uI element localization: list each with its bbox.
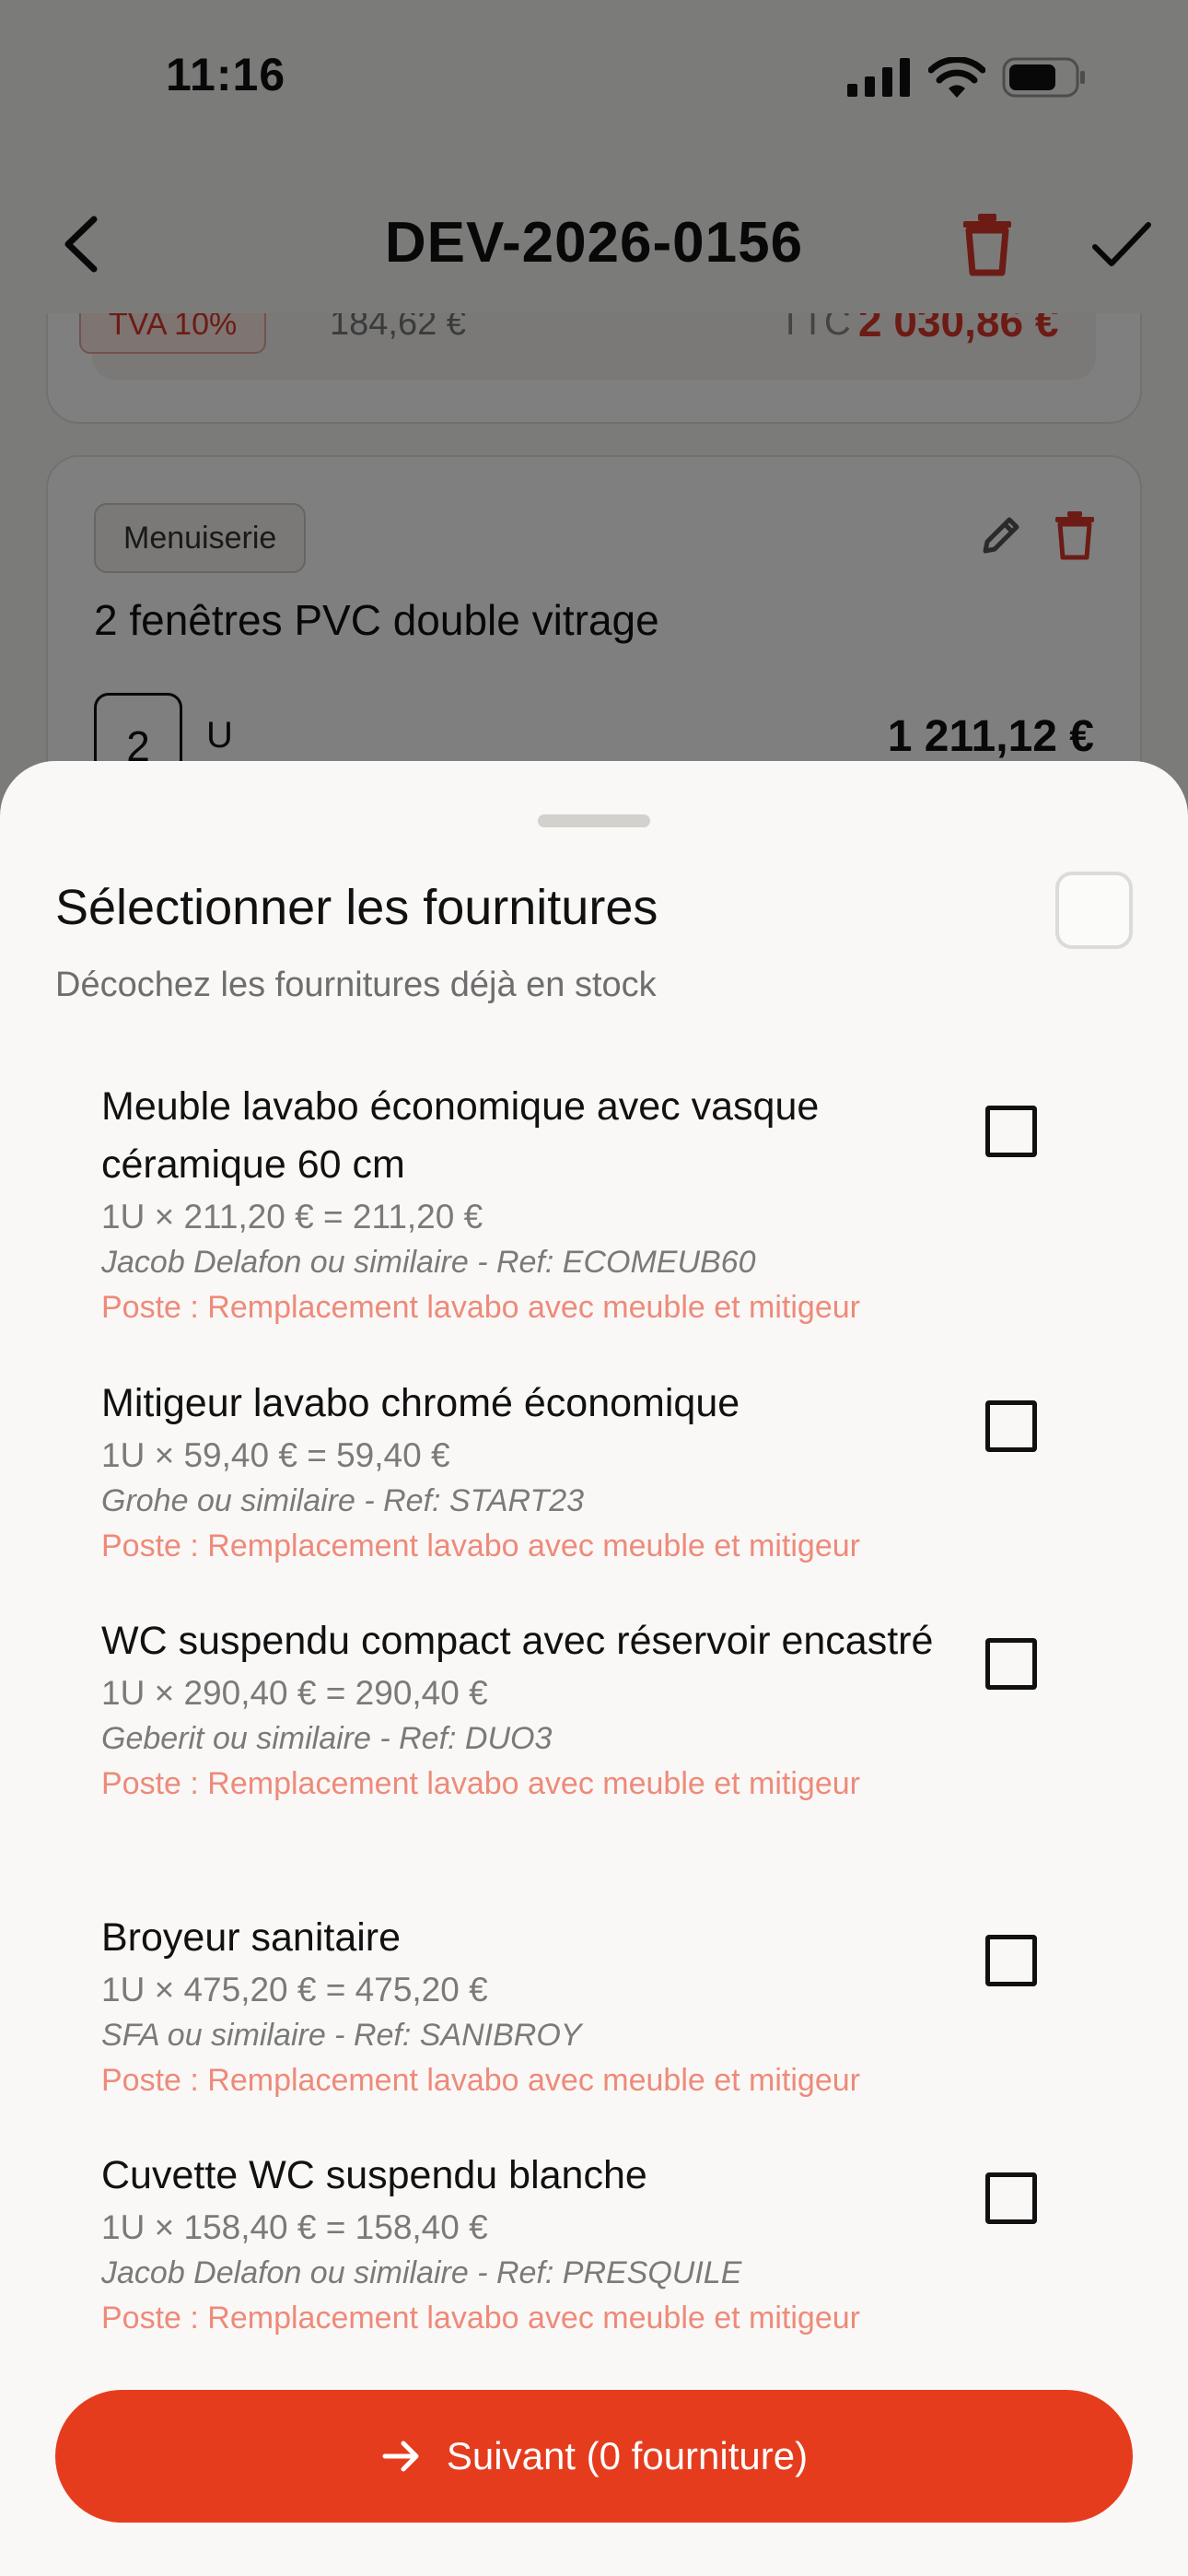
supply-checkbox[interactable] (985, 1638, 1037, 1690)
supply-checkbox[interactable] (985, 2172, 1037, 2224)
supply-checkbox[interactable] (985, 1106, 1037, 1157)
supply-checkbox[interactable] (985, 1400, 1037, 1452)
supply-poste: Poste : Remplacement lavabo avec meuble … (101, 2063, 860, 2098)
sheet-title: Sélectionner les fournitures (55, 880, 658, 935)
next-button-label: Suivant (0 fourniture) (446, 2434, 809, 2477)
supply-ref: Jacob Delafon ou similaire - Ref: ECOMEU… (101, 1245, 756, 1280)
supply-name: Meuble lavabo économique avec vasque cér… (101, 1084, 820, 1187)
supply-poste: Poste : Remplacement lavabo avec meuble … (101, 1528, 860, 1563)
supply-name: Cuvette WC suspendu blanche (101, 2153, 647, 2197)
sheet-grabber[interactable] (538, 814, 650, 827)
supply-name: WC suspendu compact avec réservoir encas… (101, 1619, 934, 1663)
supply-checkbox[interactable] (985, 1935, 1037, 1986)
supply-calc: 1U × 211,20 € = 211,20 € (101, 1198, 483, 1235)
supply-item[interactable]: Broyeur sanitaire 1U × 475,20 € = 475,20… (101, 1909, 1068, 2103)
supply-ref: Grohe ou similaire - Ref: START23 (101, 1483, 585, 1518)
supply-ref: Geberit ou similaire - Ref: DUO3 (101, 1721, 553, 1756)
supply-poste: Poste : Remplacement lavabo avec meuble … (101, 2301, 860, 2336)
arrow-right-icon (382, 2441, 419, 2472)
supply-name: Mitigeur lavabo chromé économique (101, 1381, 740, 1425)
supply-calc: 1U × 59,40 € = 59,40 € (101, 1436, 450, 1474)
supply-poste: Poste : Remplacement lavabo avec meuble … (101, 1766, 860, 1801)
select-all-checkbox[interactable] (1055, 872, 1133, 949)
supplies-bottom-sheet: Sélectionner les fournitures Décochez le… (0, 761, 1188, 2576)
supply-ref: Jacob Delafon ou similaire - Ref: PRESQU… (101, 2255, 742, 2290)
supply-item[interactable]: Meuble lavabo économique avec vasque cér… (101, 1078, 1068, 1330)
supply-item[interactable]: Mitigeur lavabo chromé économique 1U × 5… (101, 1375, 1068, 1569)
next-button[interactable]: Suivant (0 fourniture) (55, 2390, 1133, 2523)
sheet-subtitle: Décochez les fournitures déjà en stock (55, 966, 657, 1004)
supply-item[interactable]: WC suspendu compact avec réservoir encas… (101, 1612, 1068, 1807)
supply-calc: 1U × 290,40 € = 290,40 € (101, 1674, 488, 1712)
supply-name: Broyeur sanitaire (101, 1915, 402, 1960)
supply-calc: 1U × 158,40 € = 158,40 € (101, 2208, 488, 2246)
supply-item[interactable]: Cuvette WC suspendu blanche 1U × 158,40 … (101, 2147, 1068, 2341)
supply-calc: 1U × 475,20 € = 475,20 € (101, 1971, 488, 2008)
supply-ref: SFA ou similaire - Ref: SANIBROY (101, 2018, 582, 2053)
supply-poste: Poste : Remplacement lavabo avec meuble … (101, 1290, 860, 1325)
